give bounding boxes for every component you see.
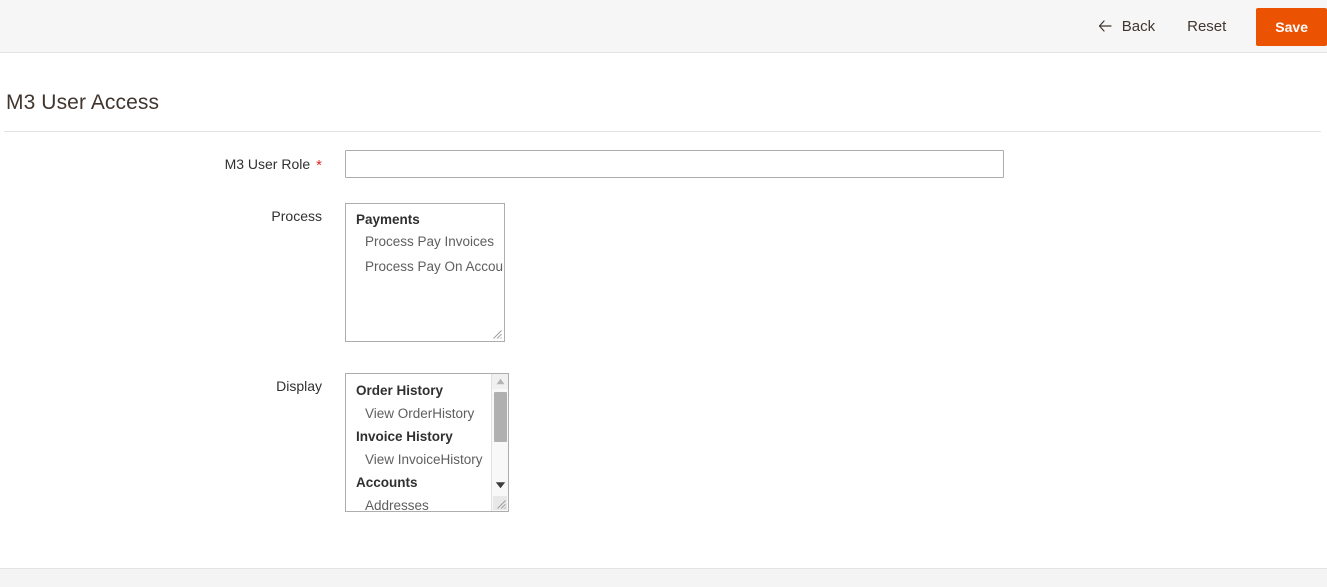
process-optgroup-label: Payments	[346, 209, 504, 229]
display-optgroup-label: Accounts	[346, 471, 491, 494]
process-control: Payments Process Pay Invoices Process Pa…	[345, 203, 505, 342]
m3-user-role-label-wrap: M3 User Role *	[0, 150, 322, 172]
page-title: M3 User Access	[0, 53, 1327, 131]
page-footer	[0, 569, 1327, 587]
arrow-left-icon	[1097, 18, 1113, 34]
process-multiselect[interactable]: Payments Process Pay Invoices Process Pa…	[345, 203, 505, 342]
process-option[interactable]: Process Pay On Account	[346, 254, 504, 279]
display-optgroup-label: Invoice History	[346, 425, 491, 448]
m3-user-role-input[interactable]	[345, 150, 1004, 178]
display-label: Display	[0, 373, 322, 394]
back-button-label: Back	[1122, 18, 1155, 35]
m3-user-role-control	[345, 150, 1004, 178]
process-label: Process	[0, 203, 322, 224]
required-asterisk: *	[316, 157, 322, 174]
display-option[interactable]: View OrderHistory	[346, 402, 491, 425]
display-option[interactable]: View InvoiceHistory	[346, 448, 491, 471]
display-optgroup-label: Order History	[346, 379, 491, 402]
field-row-display: Display Order History View OrderHistory …	[0, 373, 1327, 512]
resize-handle-icon[interactable]	[489, 326, 503, 340]
form-area: M3 User Role * Process Payments Process P…	[0, 131, 1327, 512]
field-row-process: Process Payments Process Pay Invoices Pr…	[0, 203, 1327, 342]
field-row-m3-user-role: M3 User Role *	[0, 150, 1327, 178]
process-option[interactable]: Process Pay Invoices	[346, 229, 504, 254]
display-option-list: Order History View OrderHistory Invoice …	[346, 374, 491, 512]
scroll-down-arrow-icon[interactable]	[492, 477, 509, 492]
reset-button[interactable]: Reset	[1171, 9, 1242, 45]
display-option[interactable]: Addresses	[346, 494, 491, 512]
scroll-up-arrow-icon[interactable]	[492, 374, 509, 389]
display-control: Order History View OrderHistory Invoice …	[345, 373, 509, 512]
display-scrollbar[interactable]	[491, 374, 508, 511]
process-option-list: Payments Process Pay Invoices Process Pa…	[346, 204, 504, 279]
m3-user-role-label: M3 User Role	[225, 156, 311, 172]
scrollbar-thumb[interactable]	[494, 392, 507, 442]
back-button[interactable]: Back	[1081, 9, 1171, 45]
resize-handle-icon[interactable]	[493, 496, 507, 510]
page-title-section: M3 User Access	[0, 53, 1327, 132]
save-button[interactable]: Save	[1256, 8, 1327, 46]
page-actions: Back Reset Save	[1081, 0, 1327, 53]
display-multiselect[interactable]: Order History View OrderHistory Invoice …	[345, 373, 509, 512]
